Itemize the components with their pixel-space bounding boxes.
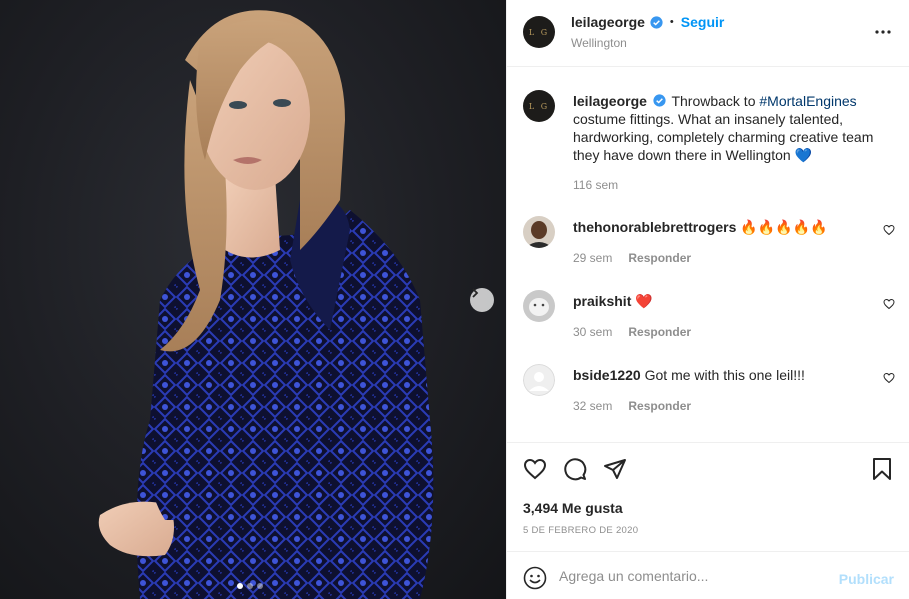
comment-meta: 29 sem Responder: [573, 251, 691, 265]
more-options-icon[interactable]: [875, 24, 891, 40]
caption-avatar[interactable]: L G: [523, 90, 555, 122]
comment-username[interactable]: praikshit: [573, 293, 631, 309]
author-line: leilageorge • Seguir: [571, 14, 724, 30]
comment-time: 29 sem: [573, 251, 613, 265]
comment-item: praikshit ❤️ 30 sem Responder: [523, 290, 895, 350]
reply-button[interactable]: Responder: [628, 251, 691, 265]
follow-button[interactable]: Seguir: [681, 14, 725, 30]
carousel-dot: [257, 583, 263, 589]
like-comment-heart-icon[interactable]: [883, 372, 895, 384]
caption-hashtag[interactable]: #MortalEngines: [759, 93, 856, 109]
comment-item: thehonorablebrettrogers 🔥🔥🔥🔥🔥 29 sem Res…: [523, 216, 895, 276]
chevron-right-icon: [472, 288, 479, 298]
author-avatar[interactable]: L G: [523, 16, 555, 48]
post-date: 5 DE FEBRERO DE 2020: [523, 525, 639, 536]
verified-badge-icon: [653, 94, 666, 107]
carousel-indicator: [237, 583, 263, 589]
comment-text: praikshit ❤️: [573, 292, 653, 310]
emoji-icon[interactable]: [523, 566, 547, 590]
comment-composer: Publicar: [507, 551, 909, 599]
commenter-avatar[interactable]: [523, 216, 555, 248]
comment-body: Got me with this one leil!!!: [644, 367, 805, 383]
publish-button[interactable]: Publicar: [839, 571, 894, 587]
avatar-initials: L G: [528, 27, 550, 37]
caption-timestamp: 116 sem: [573, 178, 619, 192]
caption-body-start: Throwback to: [671, 93, 760, 109]
commenter-avatar[interactable]: [523, 364, 555, 396]
default-avatar-icon: [523, 364, 555, 396]
post-photo[interactable]: [0, 0, 506, 599]
share-icon[interactable]: [603, 457, 627, 481]
portrait-image: [98, 10, 434, 599]
post-location[interactable]: Wellington: [571, 36, 627, 50]
comment-time: 32 sem: [573, 399, 613, 413]
carousel-dot: [237, 583, 243, 589]
commenter-avatar[interactable]: [523, 290, 555, 322]
avatar-photo: [523, 216, 555, 248]
comment-body: 🔥🔥🔥🔥🔥: [740, 219, 828, 235]
caption-username[interactable]: leilageorge: [573, 93, 647, 109]
reply-button[interactable]: Responder: [628, 399, 691, 413]
action-icons: [523, 457, 627, 481]
verified-badge-icon: [650, 15, 663, 29]
likes-count[interactable]: 3,494 Me gusta: [523, 500, 623, 516]
comment-username[interactable]: bside1220: [573, 367, 641, 383]
heart-icon[interactable]: [523, 457, 547, 481]
carousel-dot: [247, 583, 253, 589]
author-username[interactable]: leilageorge: [571, 14, 645, 30]
comment-text: thehonorablebrettrogers 🔥🔥🔥🔥🔥: [573, 218, 827, 236]
bookmark-icon[interactable]: [870, 457, 894, 481]
caption-body-end: costume fittings. What an insanely talen…: [573, 111, 874, 163]
comment-text: bside1220 Got me with this one leil!!!: [573, 366, 805, 384]
comment-username[interactable]: thehonorablebrettrogers: [573, 219, 736, 235]
reply-button[interactable]: Responder: [628, 325, 691, 339]
comment-icon[interactable]: [563, 457, 587, 481]
post-side-panel: L G leilageorge • Seguir Wellington L G …: [506, 0, 909, 599]
caption-text: leilageorge Throwback to #MortalEngines …: [573, 92, 893, 164]
like-comment-heart-icon[interactable]: [883, 224, 895, 236]
comment-meta: 30 sem Responder: [573, 325, 691, 339]
separator-dot: •: [669, 16, 674, 28]
comment-time: 30 sem: [573, 325, 613, 339]
post-actions: 3,494 Me gusta 5 DE FEBRERO DE 2020: [507, 442, 909, 551]
comment-item: bside1220 Got me with this one leil!!! 3…: [523, 364, 895, 424]
avatar-initials: L G: [528, 101, 550, 111]
avatar-photo: [523, 290, 555, 322]
comment-input[interactable]: [559, 564, 829, 588]
comment-body: ❤️: [635, 293, 653, 309]
carousel-next-button[interactable]: [470, 288, 494, 312]
comment-meta: 32 sem Responder: [573, 399, 691, 413]
post-header: L G leilageorge • Seguir Wellington: [507, 0, 909, 67]
like-comment-heart-icon[interactable]: [883, 298, 895, 310]
